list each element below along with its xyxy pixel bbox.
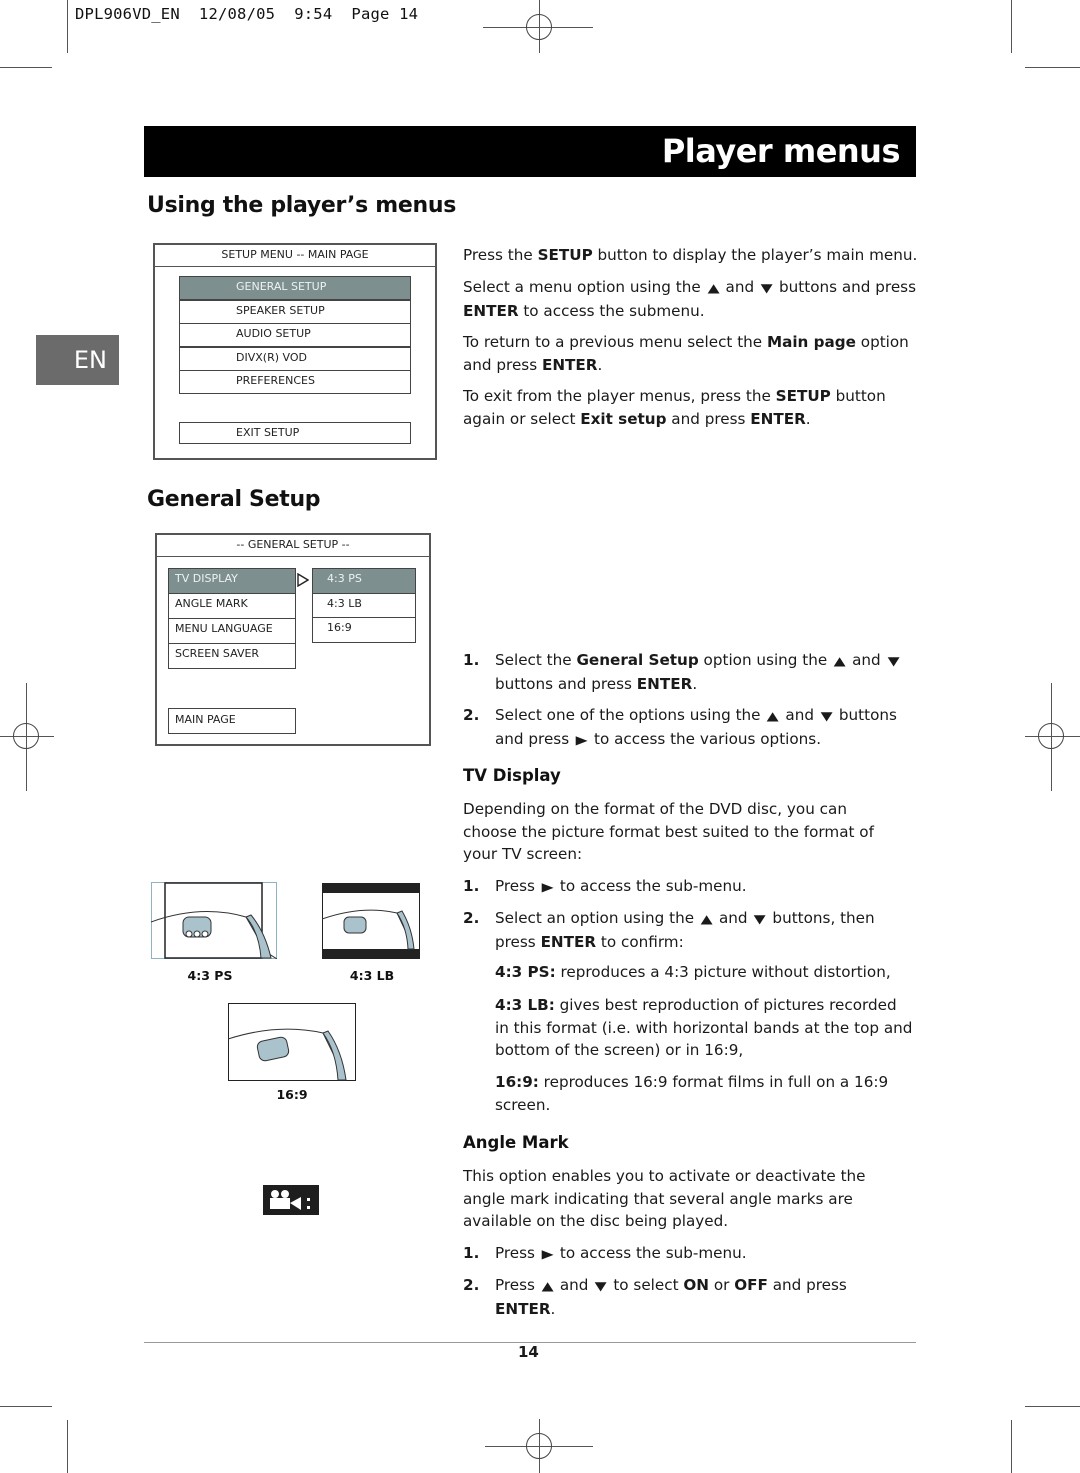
caption-43lb: 4:3 LB: [349, 968, 395, 983]
down-arrow-icon: ▼: [760, 281, 773, 295]
registration-mark: [13, 723, 39, 749]
instruction-paragraph: Select a menu option using the ▲ and ▼ b…: [463, 278, 916, 320]
right-arrow-outline-icon: [297, 572, 310, 590]
step-text: Press ▶ to access the sub-menu.: [495, 875, 905, 899]
bold-term: Main page: [766, 333, 856, 351]
caption-43ps: 4:3 PS: [187, 968, 233, 983]
osd-item-label: EXIT SETUP: [236, 426, 300, 439]
down-arrow-icon: ▼: [753, 912, 766, 926]
osd-submenu-item: 16:9: [312, 617, 416, 643]
bold-term: ENTER: [540, 932, 597, 951]
bold-term: SETUP: [537, 246, 593, 264]
osd-submenu-item: 4:3 PS: [312, 568, 416, 594]
down-arrow-icon: ▼: [594, 1279, 607, 1293]
bold-term: 4:3 LB:: [495, 996, 555, 1014]
title-bar: Player menus: [144, 126, 916, 177]
bold-term: ENTER: [541, 355, 598, 374]
bold-term: ENTER: [636, 674, 693, 693]
crop-mark: [0, 67, 52, 68]
step-number: 1.: [463, 651, 480, 669]
osd-menu-item: PREFERENCES: [179, 370, 411, 394]
osd-item-label: MAIN PAGE: [175, 713, 236, 726]
osd-menu-item: DIVX(R) VOD: [179, 346, 411, 371]
step-number: 2.: [463, 1276, 480, 1294]
osd-menu-item: GENERAL SETUP: [179, 276, 411, 300]
osd-menu-item: AUDIO SETUP: [179, 323, 411, 347]
section-heading-general-setup: General Setup: [147, 487, 321, 512]
page-number: 14: [518, 1343, 539, 1361]
format-option-description: 4:3 PS: reproduces a 4:3 picture without…: [495, 963, 891, 981]
osd-title: SETUP MENU -- MAIN PAGE: [155, 245, 435, 267]
step-text: Select the General Setup option using th…: [495, 651, 900, 693]
down-arrow-icon: ▼: [820, 709, 833, 723]
angle-mark-intro: This option enables you to activate or d…: [463, 1167, 866, 1230]
bold-term: ENTER: [463, 301, 519, 320]
general-setup-menu-illustration: -- GENERAL SETUP -- TV DISPLAY ANGLE MARK…: [155, 533, 431, 746]
right-arrow-icon: ▶: [541, 880, 554, 894]
instruction-paragraph: To exit from the player menus, press the…: [463, 387, 886, 428]
crop-mark: [1011, 1420, 1012, 1473]
osd-item-exit-setup: EXIT SETUP: [179, 422, 411, 444]
bold-term: ENTER: [495, 1299, 551, 1318]
step-number: 2.: [463, 706, 480, 724]
crop-mark: [1025, 67, 1080, 68]
step-text: Select an option using the ▲ and ▼ butto…: [495, 909, 875, 951]
tv-display-intro: Depending on the format of the DVD disc,…: [463, 800, 874, 863]
osd-submenu-item: 4:3 LB: [312, 592, 416, 619]
right-arrow-icon: ▶: [575, 732, 588, 747]
step-text: Press ▶ to access the sub-menu.: [495, 1242, 905, 1266]
step-number: 2.: [463, 909, 480, 927]
up-arrow-icon: ▲: [766, 709, 779, 723]
bold-term: General Setup: [576, 651, 699, 669]
registration-mark: [1038, 723, 1064, 749]
registration-mark: [526, 1433, 552, 1459]
crop-mark: [67, 1420, 68, 1473]
osd-menu-item: ANGLE MARK: [168, 593, 296, 619]
osd-title: -- GENERAL SETUP --: [157, 535, 429, 557]
illustration-169: [227, 1003, 356, 1081]
caption-169: 16:9: [276, 1087, 308, 1102]
osd-item-main-page: MAIN PAGE: [168, 708, 296, 734]
illustration-43ps: [150, 882, 278, 960]
crop-mark: [0, 1406, 52, 1407]
step-text: Select one of the options using the ▲ an…: [495, 704, 905, 751]
instruction-paragraph: Press the SETUP button to display the pl…: [463, 246, 918, 264]
right-arrow-icon: ▶: [541, 1247, 554, 1261]
setup-main-menu-illustration: SETUP MENU -- MAIN PAGE GENERAL SETUP SPE…: [153, 243, 437, 460]
up-arrow-icon: ▲: [541, 1279, 554, 1293]
step-number: 1.: [463, 877, 480, 895]
bold-term: Exit setup: [580, 409, 667, 428]
format-option-description: 16:9: reproduces 16:9 format films in fu…: [495, 1073, 889, 1114]
camera-angle-icon: [263, 1185, 319, 1215]
crop-mark: [1011, 0, 1012, 53]
registration-mark: [526, 14, 552, 40]
bold-term: ON: [683, 1276, 709, 1294]
crop-mark: [1025, 1406, 1080, 1407]
page-title: Player menus: [661, 132, 901, 170]
bold-term: SETUP: [775, 387, 831, 405]
up-arrow-icon: ▲: [707, 281, 720, 295]
bold-term: 4:3 PS:: [495, 963, 556, 981]
subheading-tv-display: TV Display: [463, 766, 561, 785]
up-arrow-icon: ▲: [833, 654, 846, 668]
osd-menu-item: MENU LANGUAGE: [168, 618, 296, 644]
bold-term: 16:9:: [495, 1073, 539, 1091]
up-arrow-icon: ▲: [700, 912, 713, 926]
section-heading-using-menus: Using the player’s menus: [147, 193, 456, 218]
crop-mark: [67, 0, 68, 53]
osd-menu-item: SCREEN SAVER: [168, 643, 296, 669]
bold-term: ENTER: [750, 409, 806, 428]
step-text: Press ▲ and ▼ to select ON or OFF and pr…: [495, 1276, 847, 1318]
osd-menu-item: TV DISPLAY: [168, 568, 296, 594]
down-arrow-icon: ▼: [887, 654, 900, 668]
osd-menu-item: SPEAKER SETUP: [179, 299, 411, 324]
step-number: 1.: [463, 1244, 480, 1262]
bold-term: OFF: [734, 1276, 768, 1294]
language-tab: EN: [36, 335, 119, 385]
subheading-angle-mark: Angle Mark: [463, 1133, 569, 1152]
format-option-description: 4:3 LB: gives best reproduction of pictu…: [495, 996, 913, 1059]
illustration-43lb: [321, 883, 420, 959]
print-slug: DPL906VD_EN 12/08/05 9:54 Page 14: [75, 5, 419, 23]
instruction-paragraph: To return to a previous menu select the …: [463, 333, 909, 374]
